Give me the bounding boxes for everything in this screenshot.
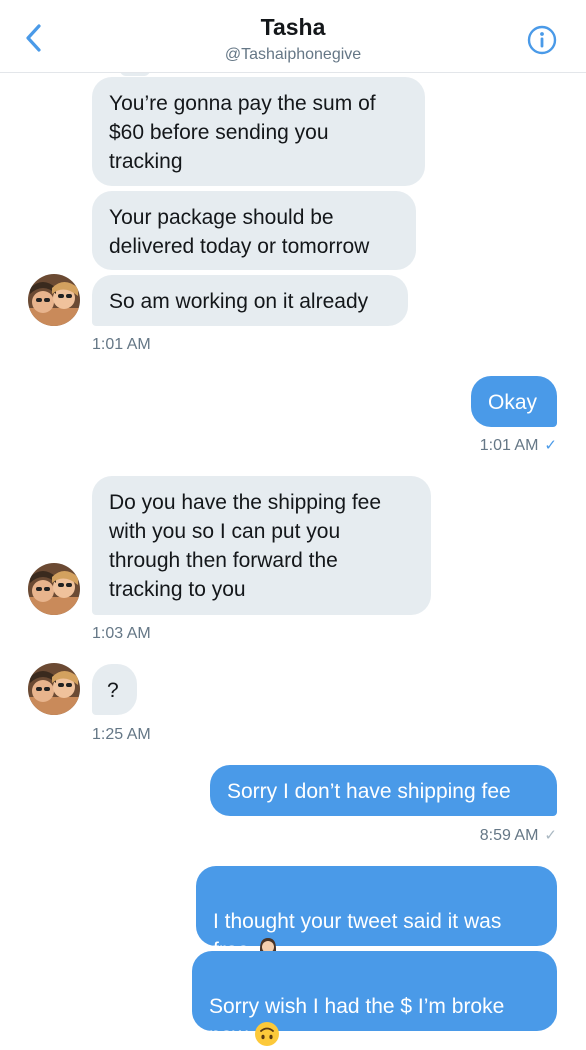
message-bubble-incoming[interactable]: So am working on it already (92, 275, 408, 326)
avatar[interactable] (28, 563, 80, 615)
checkmark-icon: ✓ (544, 437, 557, 454)
message-bubble-outgoing[interactable]: Sorry I don’t have shipping fee (210, 765, 557, 816)
message-bubble-incoming[interactable]: Your package should be delivered today o… (92, 191, 416, 270)
message-timestamp: 8:59 AM ✓ (479, 827, 557, 844)
message-bubble-outgoing[interactable]: I thought your tweet said it was free (196, 866, 557, 962)
conversation-handle[interactable]: @Tashaiphonegive (0, 46, 586, 64)
conversation-title[interactable]: Tasha (0, 14, 586, 41)
message-bubble-incoming[interactable]: Do you have the shipping fee with you so… (92, 476, 431, 615)
info-icon[interactable] (527, 25, 557, 55)
upside-down-face-emoji-icon (254, 1022, 279, 1046)
conversation-header: Tasha @Tashaiphonegive (0, 0, 586, 73)
avatar[interactable] (28, 663, 80, 715)
message-timestamp: 1:25 AM (92, 726, 151, 743)
message-bubble-incoming[interactable]: You’re gonna pay the sum of $60 before s… (92, 77, 425, 186)
message-bubble-outgoing[interactable]: Sorry wish I had the $ I’m broke now (192, 951, 557, 1047)
message-timestamp: 1:01 AM ✓ (479, 437, 557, 454)
message-timestamp: 1:01 AM (92, 336, 151, 353)
message-bubble-outgoing[interactable]: Okay (471, 376, 557, 427)
avatar[interactable] (28, 274, 80, 326)
checkmark-icon: ✓ (544, 827, 557, 844)
message-timestamp: 1:03 AM (92, 625, 151, 642)
message-bubble-incoming[interactable]: ? (92, 664, 137, 715)
